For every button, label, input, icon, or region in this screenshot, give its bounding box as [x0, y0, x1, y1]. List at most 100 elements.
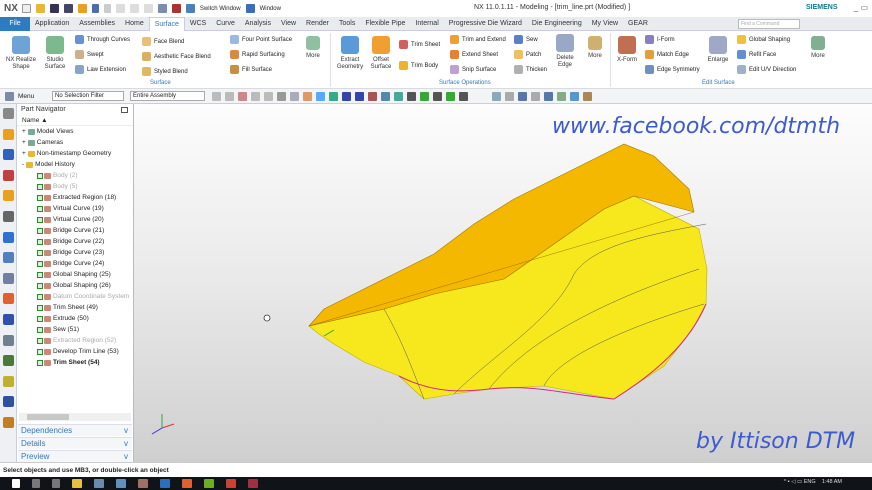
expand-icon[interactable]: +	[22, 137, 26, 148]
toolbar-tool-icon[interactable]	[329, 92, 338, 101]
toolbar-tool-icon[interactable]	[459, 92, 468, 101]
trim-extend-button[interactable]: Trim and Extend	[450, 35, 506, 44]
toolbar-tool-icon[interactable]	[420, 92, 429, 101]
save-icon[interactable]	[49, 4, 59, 13]
sew-button[interactable]: Sew	[514, 35, 538, 44]
rapid-surfacing-button[interactable]: Rapid Surfacing	[230, 50, 285, 59]
edit-uv-direction-button[interactable]: Edit U/V Direction	[737, 65, 796, 74]
switch-window-button[interactable]: Switch Window	[200, 6, 241, 12]
tab-flexible-pipe[interactable]: Flexible Pipe	[360, 17, 410, 31]
feature-row[interactable]: Virtual Curve (20)	[17, 214, 133, 225]
checkbox[interactable]	[37, 293, 43, 300]
trim-body-button[interactable]: Trim Body	[399, 61, 438, 70]
i-form-button[interactable]: I-Form	[645, 35, 675, 44]
undo-icon[interactable]	[91, 4, 99, 13]
checkbox[interactable]	[37, 205, 43, 212]
taskbar-app-icon[interactable]	[12, 479, 20, 488]
studio-surface-button[interactable]: Studio Surface	[40, 36, 70, 71]
cut-icon[interactable]	[115, 4, 125, 13]
through-curves-button[interactable]: Through Curves	[75, 35, 130, 44]
feature-row[interactable]: Develop Trim Line (53)	[17, 346, 133, 357]
resource-bar-icon[interactable]	[2, 355, 14, 367]
checkbox[interactable]	[37, 260, 43, 267]
toolbar-tool-icon[interactable]	[212, 92, 221, 101]
four-point-surface-button[interactable]: Four Point Surface	[230, 35, 292, 44]
tab-wcs[interactable]: WCS	[185, 17, 211, 31]
resource-bar-icon[interactable]	[2, 108, 14, 119]
panel-dependencies[interactable]: Dependencies v	[18, 424, 132, 436]
tab-die-engineering[interactable]: Die Engineering	[527, 17, 587, 31]
toolbar-tool-icon[interactable]	[433, 92, 442, 101]
checkbox[interactable]	[37, 216, 43, 223]
tab-gear[interactable]: GEAR	[623, 17, 653, 31]
expand-icon[interactable]: +	[22, 126, 26, 137]
refit-face-button[interactable]: Refit Face	[737, 50, 776, 59]
tab-progressive-die-wizard[interactable]: Progressive Die Wizard	[444, 17, 527, 31]
save-all-icon[interactable]	[77, 4, 87, 13]
save-as-icon[interactable]	[63, 4, 73, 13]
more-surface-ops-button[interactable]: More	[584, 36, 606, 60]
toolbar-tool-icon[interactable]	[355, 92, 364, 101]
fill-surface-button[interactable]: Fill Surface	[230, 65, 272, 74]
toolbar-tool-icon[interactable]	[290, 92, 299, 101]
edge-symmetry-button[interactable]: Edge Symmetry	[645, 65, 700, 74]
x-form-button[interactable]: X-Form	[614, 36, 640, 64]
toolbar-tool-icon[interactable]	[381, 92, 390, 101]
taskbar-app-icon[interactable]	[204, 479, 214, 488]
toolbar-tool-icon[interactable]	[303, 92, 312, 101]
checkbox[interactable]	[37, 249, 43, 256]
feature-row[interactable]: Bridge Curve (23)	[17, 247, 133, 258]
face-blend-button[interactable]: Face Blend	[142, 37, 184, 46]
tab-render[interactable]: Render	[301, 17, 334, 31]
styled-blend-button[interactable]: Styled Blend	[142, 67, 188, 76]
resource-bar-icon[interactable]	[2, 396, 14, 408]
checkbox[interactable]	[37, 359, 43, 366]
resource-bar-icon[interactable]	[2, 313, 14, 325]
tab-view[interactable]: View	[276, 17, 301, 31]
toolbar-tool-icon[interactable]	[277, 92, 286, 101]
feature-row[interactable]: Extrude (50)	[17, 313, 133, 324]
resource-bar-icon[interactable]	[2, 128, 14, 140]
offset-surface-button[interactable]: Offset Surface	[367, 36, 395, 71]
feature-row[interactable]: Bridge Curve (24)	[17, 258, 133, 269]
minimize-button[interactable]: _ ▭	[854, 3, 868, 12]
resource-bar-icon[interactable]	[2, 375, 14, 387]
toolbar-tool-icon[interactable]	[492, 92, 501, 101]
nav-node[interactable]: + Non-timestamp Geometry	[17, 148, 133, 159]
toolbar-tool-icon[interactable]	[394, 92, 403, 101]
feature-row[interactable]: Trim Sheet (49)	[17, 302, 133, 313]
selection-filter-select[interactable]: No Selection Filter	[52, 91, 124, 101]
tab-application[interactable]: Application	[30, 17, 74, 31]
checkbox[interactable]	[37, 337, 43, 344]
extend-sheet-button[interactable]: Extend Sheet	[450, 50, 498, 59]
copy-icon[interactable]	[129, 4, 139, 13]
nav-node[interactable]: - Model History	[17, 159, 133, 170]
toolbar-tool-icon[interactable]	[342, 92, 351, 101]
delete-edge-button[interactable]: Delete Edge	[552, 34, 578, 69]
taskbar-app-icon[interactable]	[116, 479, 126, 488]
toolbar-tool-icon[interactable]	[544, 92, 553, 101]
patch-button[interactable]: Patch	[514, 50, 541, 59]
checkbox[interactable]	[37, 326, 43, 333]
new-icon[interactable]	[21, 4, 31, 13]
snip-surface-button[interactable]: Snip Surface	[450, 65, 496, 74]
resource-bar-icon[interactable]	[2, 252, 14, 264]
thicken-button[interactable]: Thicken	[514, 65, 547, 74]
resource-bar-icon[interactable]	[2, 272, 14, 284]
more-edit-surface-button[interactable]: More	[807, 36, 829, 60]
taskbar-app-icon[interactable]	[32, 479, 40, 488]
toolbar-tool-icon[interactable]	[505, 92, 514, 101]
global-shaping-button[interactable]: Global Shaping	[737, 35, 790, 44]
resource-bar-icon[interactable]	[2, 293, 14, 305]
tab-assemblies[interactable]: Assemblies	[74, 17, 120, 31]
match-edge-button[interactable]: Match Edge	[645, 50, 689, 59]
tab-surface[interactable]: Surface	[148, 16, 185, 31]
taskbar-app-icon[interactable]	[52, 479, 60, 488]
touch-mode-icon[interactable]	[157, 4, 167, 13]
taskbar-app-icon[interactable]	[182, 479, 192, 488]
taskbar-app-icon[interactable]	[248, 479, 258, 488]
feature-row[interactable]: Extracted Region (18)	[17, 192, 133, 203]
checkbox[interactable]	[37, 238, 43, 245]
toolbar-tool-icon[interactable]	[531, 92, 540, 101]
taskbar-app-icon[interactable]	[72, 479, 82, 488]
